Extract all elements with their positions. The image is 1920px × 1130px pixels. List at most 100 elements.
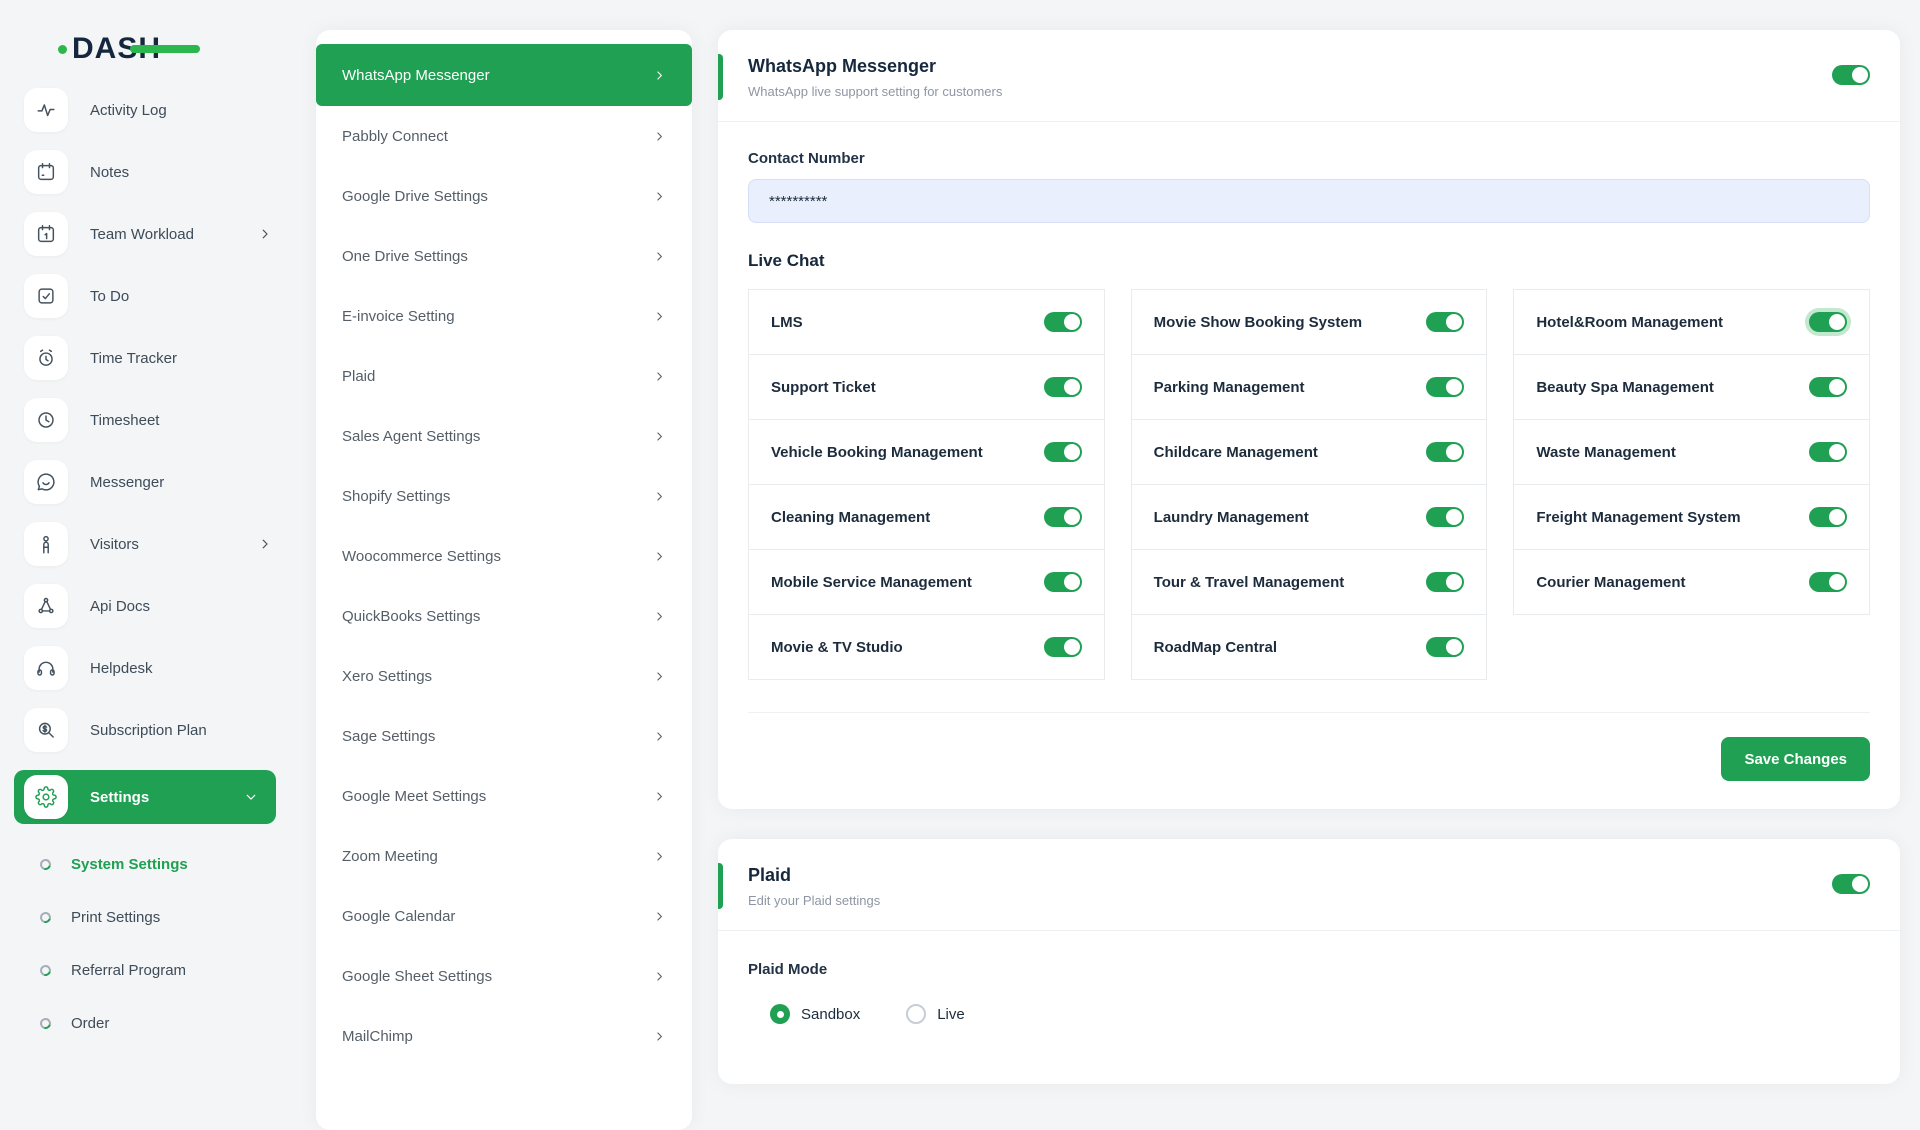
sidebar-item-activity-log[interactable]: Activity Log [0, 88, 300, 132]
settings-nav-item-google-meet-settings[interactable]: Google Meet Settings [316, 766, 692, 826]
settings-icon-box [24, 775, 68, 819]
sidebar-item-subscription-plan[interactable]: Subscription Plan [0, 708, 300, 752]
settings-nav-item-plaid[interactable]: Plaid [316, 346, 692, 406]
module-toggle-cleaning-management[interactable] [1044, 507, 1082, 527]
settings-nav-item-label: Sage Settings [342, 728, 435, 745]
team-workload-icon-box [24, 212, 68, 256]
module-column: Hotel&Room ManagementBeauty Spa Manageme… [1513, 289, 1870, 615]
activity-icon [35, 99, 57, 121]
bullet-icon [38, 1016, 53, 1031]
sidebar-item-messenger[interactable]: Messenger [0, 460, 300, 504]
settings-nav-item-pabbly-connect[interactable]: Pabbly Connect [316, 106, 692, 166]
toggle-knob [1064, 574, 1080, 590]
settings-nav-item-e-invoice-setting[interactable]: E-invoice Setting [316, 286, 692, 346]
sidebar-subitem-print-settings[interactable]: Print Settings [0, 891, 300, 944]
sidebar-item-notes[interactable]: Notes [0, 150, 300, 194]
save-changes-button[interactable]: Save Changes [1721, 737, 1870, 781]
plaid-mode-option-label: Sandbox [801, 1006, 860, 1023]
settings-nav-item-whatsapp-messenger[interactable]: WhatsApp Messenger [316, 44, 692, 106]
module-cell-movie-show-booking-system: Movie Show Booking System [1131, 289, 1488, 355]
chevron-right-icon [653, 970, 666, 983]
timesheet-icon [35, 409, 57, 431]
chevron-right-icon [653, 850, 666, 863]
sidebar-item-visitors[interactable]: Visitors [0, 522, 300, 566]
sidebar-subitem-order[interactable]: Order [0, 997, 300, 1050]
sidebar-item-settings[interactable]: Settings [14, 770, 276, 824]
live-chat-modules-grid: LMSSupport TicketVehicle Booking Managem… [748, 289, 1870, 680]
messenger-icon-box [24, 460, 68, 504]
subscription-plan-icon-box [24, 708, 68, 752]
settings-nav-item-woocommerce-settings[interactable]: Woocommerce Settings [316, 526, 692, 586]
module-toggle-tour-travel-management[interactable] [1426, 572, 1464, 592]
module-toggle-movie-tv-studio[interactable] [1044, 637, 1082, 657]
settings-nav-item-label: E-invoice Setting [342, 308, 455, 325]
contact-number-label: Contact Number [748, 150, 1870, 167]
settings-nav-item-mailchimp[interactable]: MailChimp [316, 1006, 692, 1066]
sidebar-item-to-do[interactable]: To Do [0, 274, 300, 318]
settings-nav-item-zoom-meeting[interactable]: Zoom Meeting [316, 826, 692, 886]
module-label: Movie & TV Studio [771, 639, 903, 656]
module-cell-parking-management: Parking Management [1131, 354, 1488, 420]
logo-dot-icon [58, 45, 67, 54]
module-toggle-mobile-service-management[interactable] [1044, 572, 1082, 592]
toggle-knob [1829, 509, 1845, 525]
settings-nav-item-sage-settings[interactable]: Sage Settings [316, 706, 692, 766]
bullet-icon [38, 910, 53, 925]
plaid-card-title: Plaid [748, 865, 880, 886]
sidebar-item-api-docs[interactable]: Api Docs [0, 584, 300, 628]
sidebar-item-label: Time Tracker [90, 350, 177, 367]
plaid-enabled-toggle[interactable] [1832, 874, 1870, 894]
messenger-icon [35, 471, 57, 493]
settings-nav-item-sales-agent-settings[interactable]: Sales Agent Settings [316, 406, 692, 466]
sidebar-item-team-workload[interactable]: Team Workload [0, 212, 300, 256]
sidebar-item-timesheet[interactable]: Timesheet [0, 398, 300, 442]
module-toggle-movie-show-booking-system[interactable] [1426, 312, 1464, 332]
dash-logo[interactable]: DASH [72, 28, 232, 70]
module-toggle-beauty-spa-management[interactable] [1809, 377, 1847, 397]
module-column: Movie Show Booking SystemParking Managem… [1131, 289, 1488, 680]
settings-nav-item-quickbooks-settings[interactable]: QuickBooks Settings [316, 586, 692, 646]
module-toggle-parking-management[interactable] [1426, 377, 1464, 397]
module-toggle-vehicle-booking-management[interactable] [1044, 442, 1082, 462]
sidebar-subitem-referral-program[interactable]: Referral Program [0, 944, 300, 997]
sidebar-subitem-system-settings[interactable]: System Settings [0, 838, 300, 891]
settings-nav-item-google-drive-settings[interactable]: Google Drive Settings [316, 166, 692, 226]
module-toggle-lms[interactable] [1044, 312, 1082, 332]
sidebar-item-label: Api Docs [90, 598, 150, 615]
settings-nav-item-label: Xero Settings [342, 668, 432, 685]
whatsapp-enabled-toggle[interactable] [1832, 65, 1870, 85]
settings-nav-item-google-calendar[interactable]: Google Calendar [316, 886, 692, 946]
module-toggle-childcare-management[interactable] [1426, 442, 1464, 462]
module-toggle-courier-management[interactable] [1809, 572, 1847, 592]
toggle-knob [1446, 379, 1462, 395]
plaid-mode-option-live[interactable]: Live [906, 1004, 965, 1024]
toggle-knob [1852, 67, 1868, 83]
module-toggle-laundry-management[interactable] [1426, 507, 1464, 527]
module-toggle-support-ticket[interactable] [1044, 377, 1082, 397]
settings-nav-item-label: One Drive Settings [342, 248, 468, 265]
plaid-mode-option-sandbox[interactable]: Sandbox [770, 1004, 860, 1024]
settings-nav-item-label: Pabbly Connect [342, 128, 448, 145]
chevron-right-icon [653, 310, 666, 323]
module-toggle-roadmap-central[interactable] [1426, 637, 1464, 657]
toggle-knob [1852, 876, 1868, 892]
module-toggle-hotel-room-management[interactable] [1809, 312, 1847, 332]
plaid-mode-radio-sandbox[interactable] [770, 1004, 790, 1024]
settings-nav-item-one-drive-settings[interactable]: One Drive Settings [316, 226, 692, 286]
contact-number-input[interactable] [748, 179, 1870, 223]
visitors-icon-box [24, 522, 68, 566]
sidebar-item-time-tracker[interactable]: Time Tracker [0, 336, 300, 380]
settings-nav-item-shopify-settings[interactable]: Shopify Settings [316, 466, 692, 526]
settings-nav-item-label: Shopify Settings [342, 488, 450, 505]
module-cell-beauty-spa-management: Beauty Spa Management [1513, 354, 1870, 420]
settings-nav-item-google-sheet-settings[interactable]: Google Sheet Settings [316, 946, 692, 1006]
toggle-knob [1064, 444, 1080, 460]
sidebar-item-helpdesk[interactable]: Helpdesk [0, 646, 300, 690]
plaid-card-header-text: Plaid Edit your Plaid settings [748, 865, 880, 908]
module-toggle-freight-management-system[interactable] [1809, 507, 1847, 527]
settings-nav-item-xero-settings[interactable]: Xero Settings [316, 646, 692, 706]
settings-submenu: System SettingsPrint SettingsReferral Pr… [0, 838, 300, 1050]
module-cell-courier-management: Courier Management [1513, 549, 1870, 615]
module-toggle-waste-management[interactable] [1809, 442, 1847, 462]
plaid-mode-radio-live[interactable] [906, 1004, 926, 1024]
